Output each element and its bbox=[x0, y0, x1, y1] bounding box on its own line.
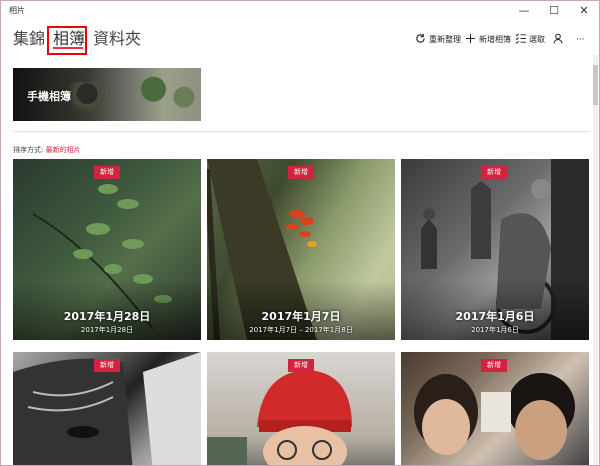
new-badge: 新增 bbox=[481, 359, 507, 372]
active-tab-underline bbox=[53, 47, 83, 49]
minimize-button[interactable]: — bbox=[509, 1, 539, 21]
new-badge: 新增 bbox=[288, 166, 314, 179]
new-badge: 新增 bbox=[481, 166, 507, 179]
banner-photo-trees bbox=[133, 68, 201, 121]
tab-collections[interactable]: 集錦 bbox=[13, 27, 45, 51]
new-album-button[interactable]: 新增相簿 bbox=[465, 31, 511, 49]
album-tile[interactable]: 新增 bbox=[401, 352, 589, 465]
select-list-icon bbox=[515, 33, 526, 44]
album-date-range: 2017年1月28日 bbox=[80, 326, 134, 334]
new-badge: 新增 bbox=[94, 166, 120, 179]
sort-control: 排序方式: 最新的相片 bbox=[13, 145, 81, 155]
photos-app-window: 相片 — ☐ ✕ 集錦 相簿 資料夾 重新整理 新增相簿 選取 ··· 手機相簿… bbox=[0, 0, 600, 466]
albums-content: 手機相簿 排序方式: 最新的相片 新增 2017年1月28日 2017年1月28… bbox=[1, 55, 591, 465]
tab-folders[interactable]: 資料夾 bbox=[93, 27, 141, 51]
new-badge: 新增 bbox=[288, 359, 314, 372]
scrollbar-thumb[interactable] bbox=[593, 65, 598, 105]
section-divider bbox=[13, 131, 589, 132]
album-title: 2017年1月7日 bbox=[261, 310, 341, 323]
new-album-label: 新增相簿 bbox=[479, 35, 511, 44]
sort-dropdown[interactable]: 最新的相片 bbox=[46, 146, 81, 154]
refresh-button[interactable]: 重新整理 bbox=[415, 31, 461, 49]
vertical-scrollbar[interactable] bbox=[593, 55, 598, 465]
plus-icon bbox=[465, 33, 476, 44]
album-tile[interactable]: 新增 bbox=[13, 352, 201, 465]
more-options-button[interactable]: ··· bbox=[576, 31, 590, 49]
album-tile[interactable]: 新增 2017年1月28日 2017年1月28日 bbox=[13, 159, 201, 340]
maximize-button[interactable]: ☐ bbox=[539, 1, 569, 21]
featured-album-title: 手機相簿 bbox=[27, 90, 71, 103]
album-tile[interactable]: 新增 2017年1月7日 2017年1月7日 – 2017年1月8日 bbox=[207, 159, 395, 340]
active-tab-highlight bbox=[47, 26, 87, 55]
close-button[interactable]: ✕ bbox=[569, 1, 599, 21]
refresh-icon bbox=[416, 33, 425, 43]
account-button[interactable] bbox=[553, 31, 567, 49]
album-date-range: 2017年1月7日 – 2017年1月8日 bbox=[249, 326, 353, 334]
album-date-range: 2017年1月6日 bbox=[471, 326, 519, 334]
select-button[interactable]: 選取 bbox=[515, 31, 549, 49]
album-title: 2017年1月28日 bbox=[63, 310, 151, 323]
app-title: 相片 bbox=[9, 6, 25, 15]
album-title: 2017年1月6日 bbox=[455, 310, 535, 323]
title-bar: 相片 — ☐ ✕ bbox=[1, 1, 599, 21]
person-icon bbox=[553, 33, 563, 44]
sort-prefix: 排序方式: bbox=[13, 146, 44, 154]
more-icon: ··· bbox=[576, 35, 585, 45]
refresh-label: 重新整理 bbox=[429, 35, 461, 44]
banner-photo-person bbox=[67, 82, 107, 121]
album-tile[interactable]: 新增 2017年1月6日 2017年1月6日 bbox=[401, 159, 589, 340]
album-tile[interactable]: 新增 bbox=[207, 352, 395, 465]
new-badge: 新增 bbox=[94, 359, 120, 372]
select-label: 選取 bbox=[529, 35, 545, 44]
featured-album-card[interactable]: 手機相簿 bbox=[13, 68, 201, 121]
